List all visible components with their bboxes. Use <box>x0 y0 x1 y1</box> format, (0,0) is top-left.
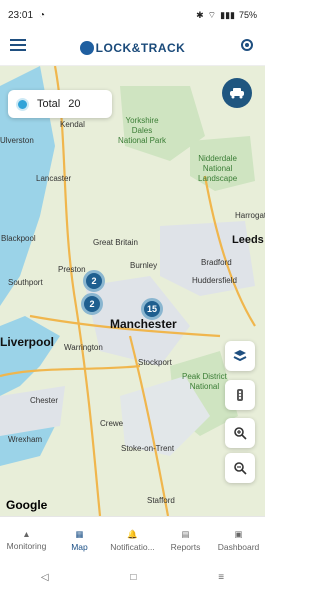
bottom-navigation: ▲ Monitoring ▦ Map 🔔 Notificatio... ▤ Re… <box>0 516 265 563</box>
map-label-stafford: Stafford <box>147 496 175 505</box>
map-label-bradford: Bradford <box>201 258 232 267</box>
status-bar: 23:01 ◔ ✱ ⌔ ▮▮▮ 75% <box>0 0 265 30</box>
system-navigation-bar: ◁ □ ≡ <box>0 562 265 592</box>
nav-label-reports: Reports <box>170 541 201 552</box>
status-time: 23:01 <box>8 9 34 21</box>
map-label-harrogate: Harrogate <box>235 211 265 220</box>
app-bar: LOCK&TRACK <box>0 30 265 66</box>
nav-notifications[interactable]: 🔔 Notificatio... <box>106 517 159 563</box>
map-label-peak: Peak District National <box>182 372 227 391</box>
map-label-manchester: Manchester <box>110 317 177 331</box>
dashboard-icon: ▣ <box>234 528 243 539</box>
bell-icon: 🔔 <box>127 528 138 539</box>
map-label-kendal: Kendal <box>60 120 85 129</box>
status-left: 23:01 ◔ <box>8 10 45 21</box>
map-label-lancaster: Lancaster <box>36 174 72 183</box>
zoom-in-button[interactable] <box>225 418 255 448</box>
map-label-great-britain: Great Britain <box>93 238 138 247</box>
status-right: ✱ ⌔ ▮▮▮ 75% <box>196 10 257 21</box>
map-label-stoke: Stoke-on-Trent <box>121 444 175 453</box>
wifi-icon: ⌔ <box>207 9 217 20</box>
vehicle-cluster-marker[interactable]: 2 <box>81 293 103 315</box>
map-label-warrington: Warrington <box>64 343 103 352</box>
total-label: Total <box>37 98 61 110</box>
map-label-liverpool: Liverpool <box>0 335 55 349</box>
map-label-wrexham: Wrexham <box>8 435 43 444</box>
layers-icon <box>233 350 247 362</box>
nav-label-map: Map <box>71 541 88 552</box>
bluetooth-icon: ✱ <box>196 9 204 20</box>
zoom-in-icon <box>234 427 247 440</box>
nav-dashboard[interactable]: ▣ Dashboard <box>212 517 265 563</box>
map-label-nidderdale: Nidderdale National Landscape <box>198 154 238 183</box>
map-label-leeds: Leeds <box>232 234 264 246</box>
map-label-ulverston: Ulverston <box>0 136 34 145</box>
menu-icon[interactable] <box>10 38 26 57</box>
logo-text: LOCK&TRACK <box>95 40 186 55</box>
vehicle-cluster-marker[interactable]: 15 <box>141 298 163 320</box>
nav-map[interactable]: ▦ Map <box>53 517 106 563</box>
map-label-crewe: Crewe <box>100 419 124 428</box>
map-label-huddersfield: Huddersfield <box>192 276 237 285</box>
traffic-light-icon <box>237 389 243 401</box>
back-icon[interactable]: ◁ <box>41 572 49 583</box>
map-label-burnley: Burnley <box>130 261 158 270</box>
map-canvas[interactable]: Kendal Ulverston Yorkshire Dales Nationa… <box>0 66 265 516</box>
logo-mark-icon <box>79 40 94 55</box>
google-logo: Google <box>6 498 48 512</box>
nav-label-dashboard: Dashboard <box>217 541 260 552</box>
map-label-chester: Chester <box>30 396 59 405</box>
map-label-stockport: Stockport <box>138 358 172 367</box>
vehicle-cluster-marker[interactable]: 2 <box>83 270 105 292</box>
signal-icon: ▮▮▮ <box>220 9 235 20</box>
nav-monitoring[interactable]: ▲ Monitoring <box>0 517 53 563</box>
map-label-preston: Preston <box>58 265 86 274</box>
layers-button[interactable] <box>225 341 255 371</box>
zoom-out-icon <box>234 462 247 475</box>
map-icon: ▦ <box>75 528 84 539</box>
vehicle-list-button[interactable] <box>222 78 252 108</box>
nav-label-notifications: Notificatio... <box>110 541 155 552</box>
total-vehicles-card: Total 20 <box>8 90 112 118</box>
reports-icon: ▤ <box>181 528 190 539</box>
monitoring-icon: ▲ <box>22 529 31 539</box>
map-label-yorkshire: Yorkshire Dales National Park <box>118 116 167 145</box>
traffic-button[interactable] <box>225 380 255 410</box>
recent-apps-icon[interactable]: ≡ <box>218 572 224 583</box>
status-dot-icon <box>16 97 29 111</box>
app-notification-icon: ◔ <box>39 9 46 21</box>
total-value: 20 <box>68 98 81 110</box>
car-icon <box>230 88 244 99</box>
app-logo: LOCK&TRACK <box>79 40 186 55</box>
settings-icon[interactable] <box>239 37 255 58</box>
home-icon[interactable]: □ <box>130 572 136 583</box>
map-label-blackpool: Blackpool <box>1 234 36 243</box>
nav-label-monitoring: Monitoring <box>6 541 47 551</box>
nav-reports[interactable]: ▤ Reports <box>159 517 212 563</box>
zoom-out-button[interactable] <box>225 453 255 483</box>
map-label-southport: Southport <box>8 278 43 287</box>
battery-level: 75% <box>238 10 257 20</box>
